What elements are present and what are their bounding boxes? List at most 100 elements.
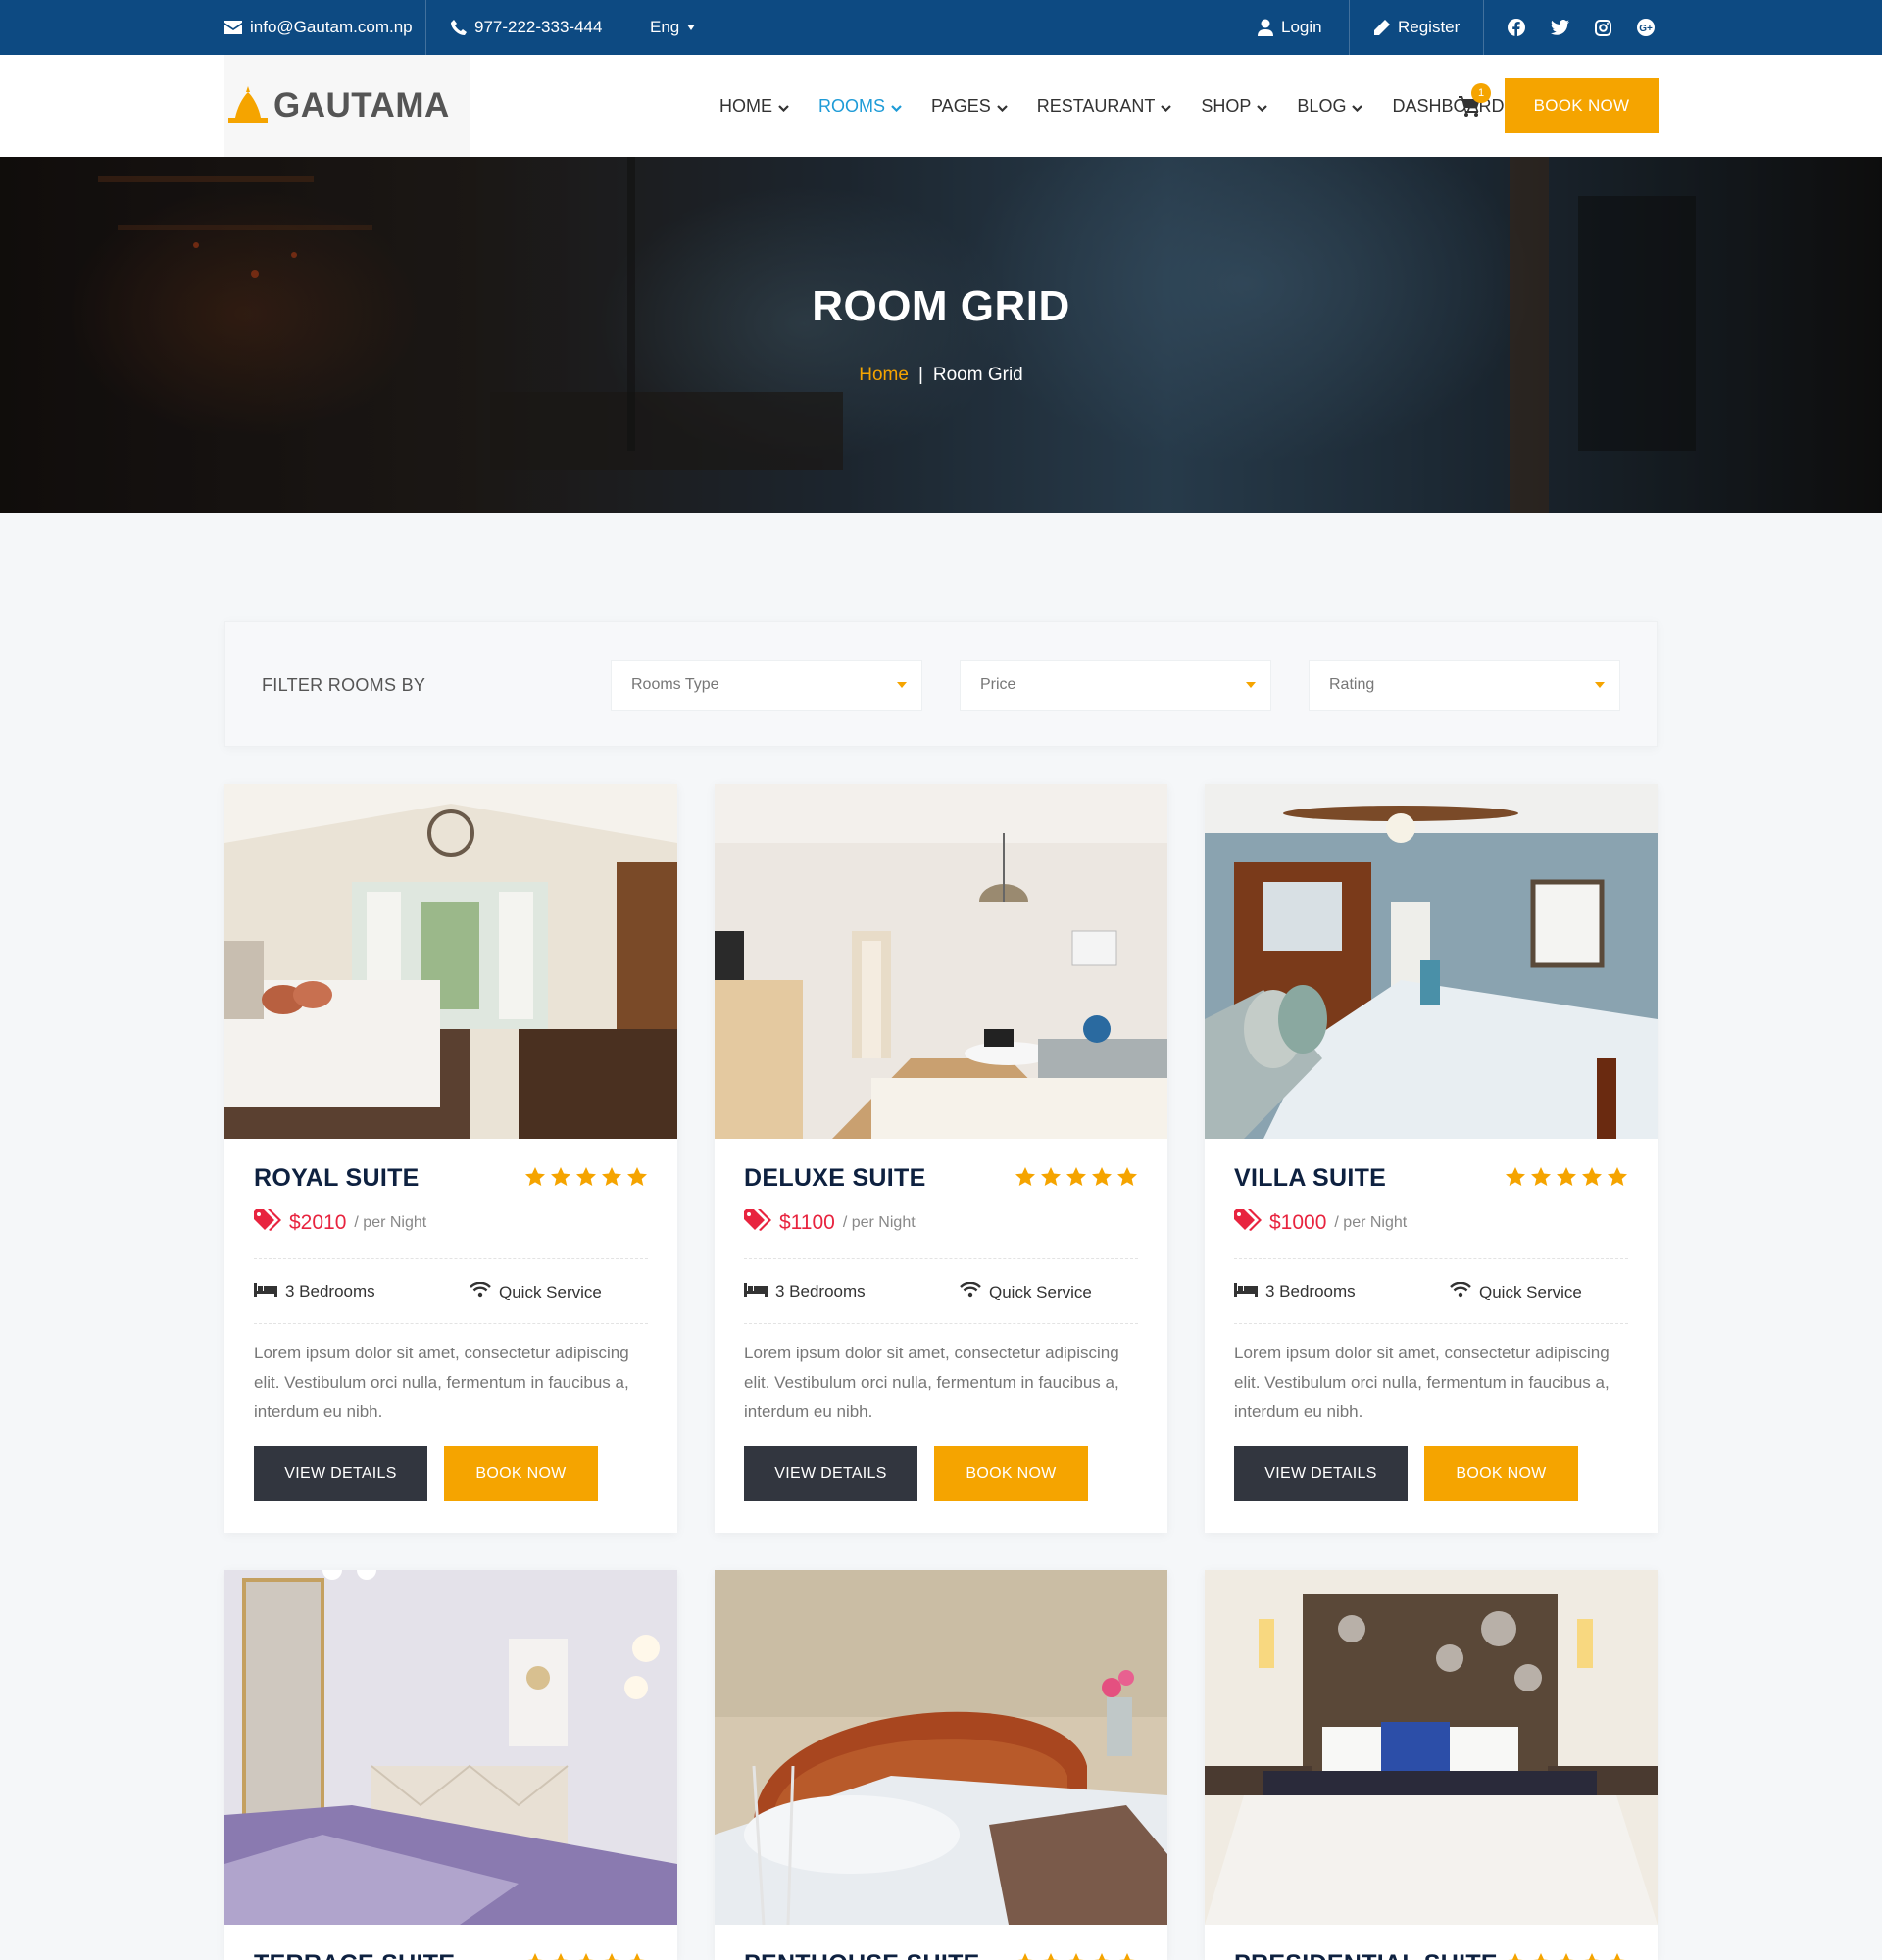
star-icon <box>1040 1952 1062 1960</box>
room-photo[interactable] <box>1205 1570 1658 1925</box>
view-details-button[interactable]: VIEW DETAILS <box>1234 1446 1408 1501</box>
star-rating <box>1015 1952 1138 1960</box>
room-name[interactable]: ROYAL SUITE <box>254 1164 420 1193</box>
star-icon <box>1607 1166 1628 1193</box>
price-value: $1000 <box>1269 1210 1327 1234</box>
service-feature: Quick Service <box>960 1281 1092 1302</box>
price-unit: / per Night <box>842 1213 916 1231</box>
star-rating <box>1015 1166 1138 1193</box>
bedrooms-feature: 3 Bedrooms <box>254 1282 375 1301</box>
price-select[interactable]: Price <box>960 660 1271 710</box>
price-select-value: Price <box>980 676 1016 693</box>
facebook-icon[interactable] <box>1507 18 1526 37</box>
phone-link[interactable]: 977-222-333-444 <box>451 0 602 55</box>
hero-background-illustration <box>98 157 1696 513</box>
room-card: TERRACE SUITE <box>224 1570 677 1960</box>
nav-item-restaurant[interactable]: RESTAURANT <box>1037 96 1172 117</box>
book-now-button[interactable]: BOOK NOW <box>444 1446 598 1501</box>
star-icon <box>524 1952 546 1960</box>
logo[interactable]: GAUTAMA <box>224 55 470 157</box>
room-price: $1100 / per Night <box>744 1209 916 1236</box>
filter-label: FILTER ROOMS BY <box>262 675 426 695</box>
room-description: Lorem ipsum dolor sit amet, consectetur … <box>744 1344 1119 1421</box>
view-details-button[interactable]: VIEW DETAILS <box>744 1446 917 1501</box>
star-icon <box>1556 1952 1577 1960</box>
breadcrumb-current: Room Grid <box>932 365 1023 385</box>
star-rating <box>1505 1166 1628 1193</box>
email-link[interactable]: info@Gautam.com.np <box>224 0 413 55</box>
room-name[interactable]: PENTHOUSE SUITE <box>744 1950 980 1960</box>
main-header: GAUTAMA HOME ROOMS PAGES RESTAURANT SHOP BLOG… <box>0 55 1882 157</box>
login-link[interactable]: Login <box>1258 0 1322 55</box>
room-card: PENTHOUSE SUITE <box>715 1570 1167 1960</box>
view-details-button[interactable]: VIEW DETAILS <box>254 1446 427 1501</box>
nav-item-rooms[interactable]: ROOMS <box>818 96 902 117</box>
star-rating <box>1505 1952 1628 1960</box>
star-icon <box>626 1166 648 1193</box>
room-card: DELUXE SUITE $1100 / per Night 3 Bedroom… <box>715 784 1167 1533</box>
nav-item-pages[interactable]: PAGES <box>931 96 1008 117</box>
star-icon <box>524 1166 546 1193</box>
logo-text: GAUTAMA <box>273 86 450 124</box>
star-icon <box>601 1166 622 1193</box>
breadcrumb: Home | Room Grid <box>0 365 1882 386</box>
star-icon <box>1116 1166 1138 1193</box>
bedrooms-text: 3 Bedrooms <box>285 1282 375 1300</box>
instagram-icon[interactable] <box>1593 18 1612 37</box>
service-text: Quick Service <box>1479 1282 1582 1301</box>
twitter-icon[interactable] <box>1550 18 1569 37</box>
service-feature: Quick Service <box>470 1281 602 1302</box>
room-name[interactable]: DELUXE SUITE <box>744 1164 926 1193</box>
star-icon <box>1015 1166 1036 1193</box>
room-photo[interactable] <box>1205 784 1658 1139</box>
star-icon <box>1556 1166 1577 1193</box>
header-book-now-button[interactable]: BOOK NOW <box>1505 78 1659 133</box>
language-selector[interactable]: Eng <box>650 0 696 55</box>
breadcrumb-home-link[interactable]: Home <box>859 365 909 386</box>
room-name[interactable]: PRESIDENTIAL SUITE <box>1234 1950 1498 1960</box>
wifi-icon <box>470 1281 491 1302</box>
user-icon <box>1258 19 1273 36</box>
room-price: $1000 / per Night <box>1234 1209 1407 1236</box>
cart-count-badge: 1 <box>1471 83 1491 103</box>
nav-item-label: SHOP <box>1201 95 1252 116</box>
room-name[interactable]: TERRACE SUITE <box>254 1950 455 1960</box>
google-plus-icon[interactable]: G+ <box>1636 18 1656 37</box>
bed-icon <box>1234 1282 1258 1301</box>
star-icon <box>1065 1166 1087 1193</box>
room-photo[interactable] <box>715 784 1167 1139</box>
room-description: Lorem ipsum dolor sit amet, consectetur … <box>254 1344 629 1421</box>
email-text: info@Gautam.com.np <box>250 18 413 36</box>
book-now-button[interactable]: BOOK NOW <box>934 1446 1088 1501</box>
star-icon <box>1505 1166 1526 1193</box>
page-title: ROOM GRID <box>812 282 1070 330</box>
room-card: VILLA SUITE $1000 / per Night 3 Bedrooms… <box>1205 784 1658 1533</box>
rooms-type-select-value: Rooms Type <box>631 676 719 693</box>
room-photo[interactable] <box>715 1570 1167 1925</box>
star-icon <box>601 1952 622 1960</box>
room-filter-bar: FILTER ROOMS BY Rooms Type Price Rating <box>224 621 1658 747</box>
price-tag-icon <box>1234 1209 1262 1236</box>
bedrooms-feature: 3 Bedrooms <box>1234 1282 1356 1301</box>
bedrooms-feature: 3 Bedrooms <box>744 1282 866 1301</box>
bed-icon <box>744 1282 768 1301</box>
nav-item-shop[interactable]: SHOP <box>1201 95 1268 117</box>
star-icon <box>1505 1952 1526 1960</box>
rating-select[interactable]: Rating <box>1309 660 1620 710</box>
svg-text:G+: G+ <box>1639 24 1653 34</box>
star-icon <box>626 1952 648 1960</box>
login-label: Login <box>1281 18 1322 36</box>
nav-item-blog[interactable]: BLOG <box>1297 96 1363 117</box>
nav-item-dashboard[interactable]: DASHBOARD <box>1392 96 1521 117</box>
register-link[interactable]: Register <box>1373 0 1460 55</box>
room-photo[interactable] <box>224 784 677 1139</box>
room-photo[interactable] <box>224 1570 677 1925</box>
social-links: G+ <box>1507 0 1656 55</box>
room-name[interactable]: VILLA SUITE <box>1234 1164 1386 1193</box>
nav-item-home[interactable]: HOME <box>719 96 789 117</box>
rooms-type-select[interactable]: Rooms Type <box>611 660 922 710</box>
page-hero-banner <box>0 157 1882 513</box>
star-icon <box>1581 1166 1603 1193</box>
book-now-button[interactable]: BOOK NOW <box>1424 1446 1578 1501</box>
price-unit: / per Night <box>1334 1213 1408 1231</box>
